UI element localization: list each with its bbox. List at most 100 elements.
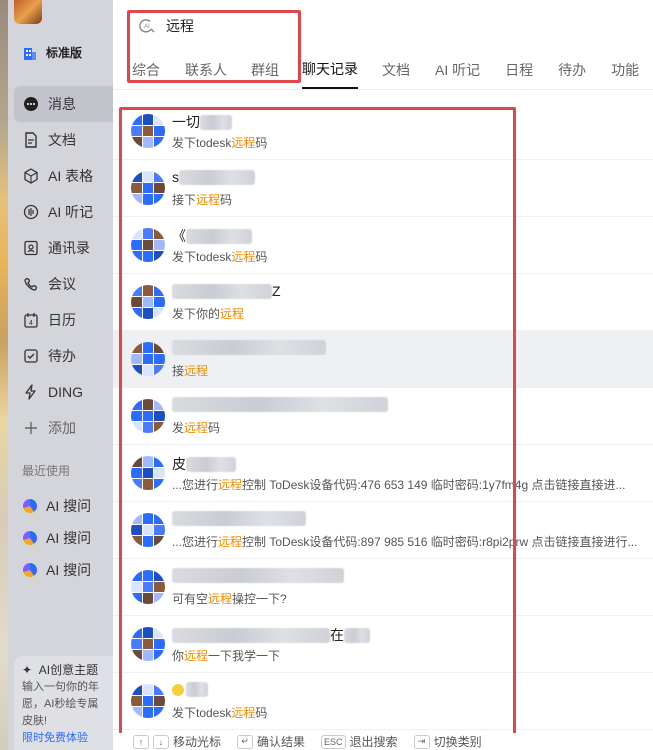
avatar-tile [154,570,165,581]
emoji-icon [172,683,184,696]
snippet-text: 可有空 [172,592,209,606]
sidebar-item-messages[interactable]: 消息 [14,86,113,122]
result-row[interactable]: 接远程 [113,331,653,388]
result-title-text: 一切 [172,114,200,130]
result-snippet: ...您进行远程控制 ToDesk设备代码:897 985 516 临时密码:r… [172,533,637,550]
keyword-highlight: 远程 [184,649,209,663]
sidebar-item-docs[interactable]: 文档 [14,122,113,158]
ai-search-icon [23,531,37,545]
avatar-tile [142,342,154,353]
recent-item[interactable]: AI 搜问 [14,490,113,522]
avatar-tile [142,638,154,650]
sparkle-icon: ✦ [22,663,33,677]
sidebar-nav: 消息 文档 AI 表格 AI 听记 通讯录 会议 4 日历 待办 DING 添加 [14,86,113,446]
tab-todo[interactable]: 待办 [558,51,586,89]
group-avatar [131,114,165,148]
avatar-tile [154,513,165,524]
user-avatar[interactable] [14,0,42,24]
results-list: 一切 发下todesk远程码 s 接下远程码 《 发下todesk远程码 Z 发… [113,103,653,730]
avatar-tile [154,114,165,125]
result-title-text: 皮 [172,456,186,472]
avatar-tile [131,695,142,707]
snippet-text: 控制 ToDesk设备代码:476 653 149 临时密码:1y7fm4g 点… [242,478,626,492]
avatar-tile [154,182,165,194]
sidebar-item-contacts[interactable]: 通讯录 [14,230,113,266]
ai-search-icon [23,563,37,577]
avatar-tile [142,239,154,251]
plus-icon [23,420,39,436]
result-title-text: s [172,169,179,185]
avatar-tile [131,251,142,262]
avatar-tile [131,524,142,536]
result-row[interactable]: 《 发下todesk远程码 [113,217,653,274]
avatar-tile [131,513,142,524]
meeting-icon [23,276,39,292]
shortcut-label: 确认结果 [257,735,306,749]
arrow-up-icon: ↑ [133,734,149,749]
avatar-tile [131,638,142,650]
promo-line: 皮肤! [22,715,48,727]
todo-icon [23,348,39,364]
avatar-tile [131,707,142,718]
result-title: 在 [172,625,370,645]
shortcut-move: ↑ ↓ 移动光标 [133,733,221,750]
result-row[interactable]: Z 发下你的远程 [113,274,653,331]
sidebar-item-ding[interactable]: DING [14,374,113,410]
edition-badge[interactable]: 标准版 [22,44,82,61]
recent-item[interactable]: AI 搜问 [14,522,113,554]
sidebar-item-calendar[interactable]: 4 日历 [14,302,113,338]
recent-item[interactable]: AI 搜问 [14,554,113,586]
result-row[interactable]: s 接下远程码 [113,160,653,217]
tab-docs[interactable]: 文档 [382,51,410,89]
avatar-tile [131,137,142,148]
avatar-tile [142,353,154,365]
result-title [172,511,306,526]
sidebar-item-add[interactable]: 添加 [14,410,113,446]
edition-label: 标准版 [46,46,83,60]
result-row[interactable]: 可有空远程操控一下? [113,559,653,616]
avatar-tile [131,239,142,251]
tab-features[interactable]: 功能 [611,51,639,89]
tab-chat-history[interactable]: 聊天记录 [302,51,358,89]
tab-all[interactable]: 综合 [132,51,160,89]
avatar-tile [131,456,142,467]
background-wallpaper-strip [0,0,8,750]
tab-groups[interactable]: 群组 [251,51,279,89]
tab-ai-listen[interactable]: AI 听记 [435,51,480,89]
avatar-tile [131,627,142,638]
promo-link[interactable]: 限时免费体验 [22,730,105,747]
result-row[interactable]: ...您进行远程控制 ToDesk设备代码:897 985 516 临时密码:r… [113,502,653,559]
avatar-tile [142,456,154,467]
avatar-tile [131,581,142,593]
search-bar[interactable]: AI 远程 [135,12,315,40]
avatar-tile [131,422,142,433]
redacted-name [172,283,272,299]
result-row[interactable]: 在 你远程一下我学一下 [113,616,653,673]
sidebar-item-meeting[interactable]: 会议 [14,266,113,302]
avatar-tile [142,422,154,433]
sidebar-item-todo[interactable]: 待办 [14,338,113,374]
avatar-tile [142,650,154,661]
snippet-text: ...您进行 [172,478,219,492]
group-avatar [131,342,165,376]
result-row[interactable]: 皮 ...您进行远程控制 ToDesk设备代码:476 653 149 临时密码… [113,445,653,502]
sidebar-item-label: AI 表格 [48,168,94,184]
result-row[interactable]: 发远程码 [113,388,653,445]
snippet-text: 你 [172,649,185,663]
snippet-text: 发下你的 [172,307,221,321]
result-title: Z [172,283,281,299]
avatar-tile [142,593,154,604]
tab-contacts[interactable]: 联系人 [185,51,227,89]
sidebar-item-ai-listen[interactable]: AI 听记 [14,194,113,230]
tab-schedule[interactable]: 日程 [505,51,533,89]
result-row[interactable]: 一切 发下todesk远程码 [113,103,653,160]
result-snippet: 接远程 [172,362,208,379]
result-row[interactable]: 发下todesk远程码 [113,673,653,730]
svg-text:AI: AI [144,24,150,30]
avatar-tile [142,182,154,194]
result-snippet: 发下todesk远程码 [172,248,267,265]
promo-card[interactable]: ✦ AI创意主题 输入一句你的年 愿，AI秒绘专属 皮肤! 限时免费体验 [14,656,113,750]
sidebar-item-ai-table[interactable]: AI 表格 [14,158,113,194]
search-input[interactable]: 远程 [166,16,194,36]
enter-key-icon: ↵ [237,734,254,749]
